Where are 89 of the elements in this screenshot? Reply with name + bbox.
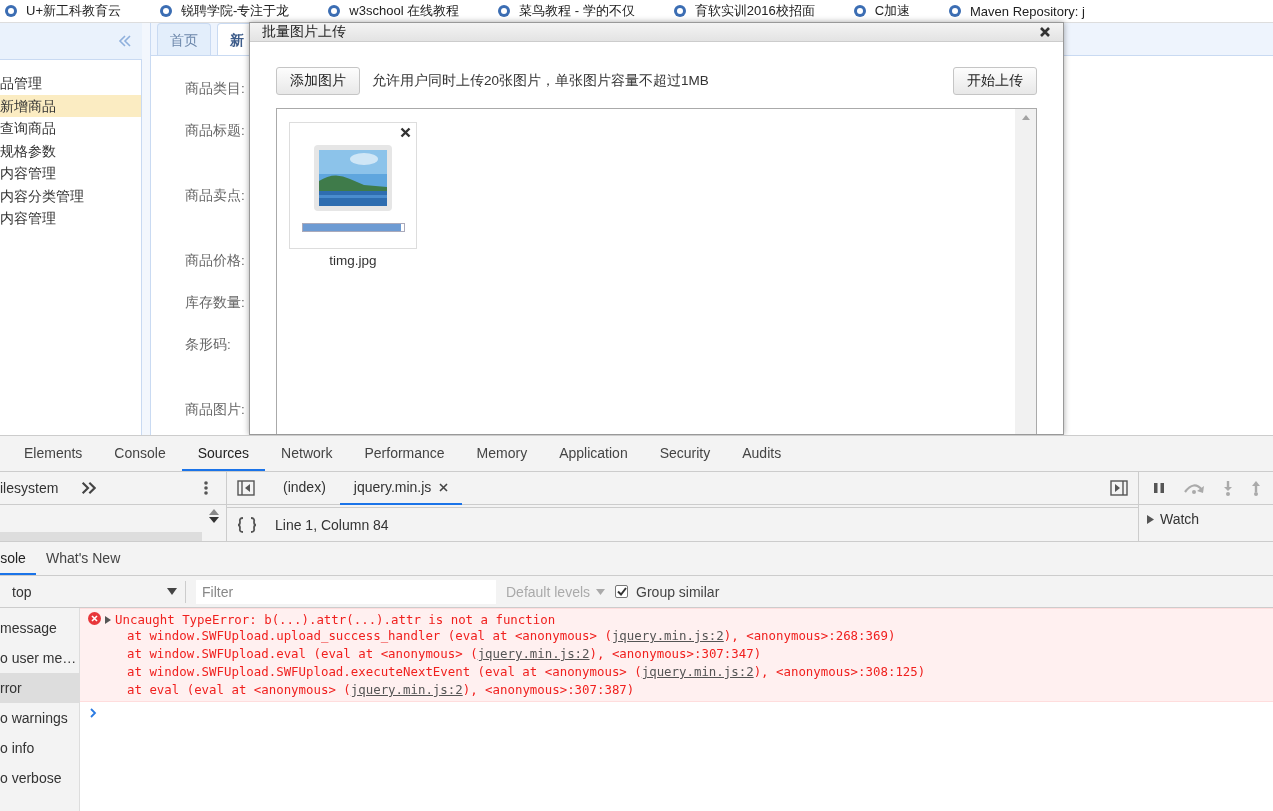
stack-line: at window.SWFUpload.upload_success_handler (eval at <anonymous> (jquery.min.js:2), <anonymous>:268:369): [126, 627, 897, 645]
source-link[interactable]: jquery.min.js:2: [477, 646, 590, 661]
bookmark-link[interactable]: 锐聘学院-专注于龙: [181, 2, 290, 20]
source-link[interactable]: jquery.min.js:2: [641, 664, 754, 679]
sidebar-item[interactable]: 新增商品: [0, 94, 141, 117]
field-label: 商品价格:: [185, 252, 246, 270]
sidebar-toggle-icon[interactable]: [1110, 480, 1128, 496]
watch-section[interactable]: Watch: [1139, 505, 1273, 533]
scroll-down-icon[interactable]: [209, 517, 219, 523]
sidebar-item[interactable]: 品管理: [0, 72, 141, 95]
context-value: top: [12, 583, 32, 600]
expand-icon: [1147, 514, 1154, 524]
stack-line: at window.SWFUpload.SWFUpload.executeNextEvent (eval at <anonymous> (jquery.min.js:2), <anonymous>:308:125): [126, 663, 926, 681]
bookmark-link[interactable]: U+新工科教育云: [26, 2, 121, 20]
field-label: 商品标题:: [185, 122, 246, 140]
console-filter-item[interactable]: o verbose: [0, 763, 79, 793]
tab-label: jquery.min.js: [353, 479, 432, 495]
file-name: timg.jpg: [329, 253, 377, 268]
bookmark-icon: [327, 4, 342, 18]
field-label: 商品卖点:: [185, 187, 246, 205]
dropdown-icon: [167, 588, 177, 595]
drawer-tab[interactable]: What's New: [46, 542, 131, 575]
upload-hint: 允许用户同时上传20张图片，单张图片容量不超过1MB: [372, 72, 710, 90]
editor-tab[interactable]: jquery.min.js: [339, 471, 463, 505]
pause-icon[interactable]: [1153, 482, 1165, 494]
field-label: 库存数量:: [185, 294, 246, 312]
bookmark-link[interactable]: 菜鸟教程 - 学的不仅: [519, 2, 635, 20]
sidebar-toggle-icon[interactable]: [237, 480, 255, 496]
tab-label: (index): [283, 479, 326, 495]
sidebar-item[interactable]: 内容分类管理: [0, 184, 141, 207]
bookmark-link[interactable]: C加速: [874, 2, 910, 20]
sidebar-item[interactable]: 内容管理: [0, 162, 141, 185]
sidebar-item[interactable]: 规格参数: [0, 139, 141, 162]
add-image-button[interactable]: 添加图片: [276, 67, 360, 95]
checkbox-label: Group similar: [636, 583, 720, 600]
expand-icon[interactable]: [105, 615, 111, 624]
devtools-tab[interactable]: Performance: [348, 436, 461, 471]
devtools-tab[interactable]: Memory: [460, 436, 544, 471]
close-icon[interactable]: [439, 482, 449, 492]
section-title: Watch: [1160, 511, 1200, 527]
drawer-tab[interactable]: sole: [0, 542, 36, 575]
field-label: 商品类目:: [185, 80, 246, 98]
field-label: 条形码:: [185, 336, 232, 354]
remove-icon[interactable]: [400, 127, 411, 138]
sidebar-item[interactable]: 内容管理: [0, 207, 141, 230]
devtools-tab[interactable]: Console: [98, 436, 182, 471]
sidebar-item[interactable]: 查询商品: [0, 117, 141, 140]
pretty-print-icon[interactable]: [237, 516, 257, 533]
bookmark-link[interactable]: w3school 在线教程: [349, 2, 460, 20]
devtools-tab[interactable]: Sources: [181, 436, 266, 471]
devtools-tab[interactable]: Network: [265, 436, 349, 471]
bookmark-link[interactable]: 育软实训2016校招面: [694, 2, 815, 20]
navigator-tab[interactable]: ilesystem: [0, 480, 80, 496]
checkbox[interactable]: [615, 585, 629, 598]
stack-line: at eval (eval at <anonymous> (jquery.min.js:2), <anonymous>:307:387): [126, 681, 636, 699]
source-link[interactable]: jquery.min.js:2: [350, 682, 463, 697]
field-label: 商品图片:: [185, 401, 246, 419]
dialog-title: 批量图片上传: [262, 23, 346, 41]
start-upload-button[interactable]: 开始上传: [953, 67, 1037, 95]
prompt-icon[interactable]: [90, 708, 97, 718]
bookmark-icon: [4, 4, 18, 18]
devtools-tab[interactable]: Audits: [726, 436, 798, 471]
devtools-tab[interactable]: Security: [643, 436, 727, 471]
error-icon: [88, 612, 101, 625]
devtools-tab[interactable]: Elements: [8, 436, 99, 471]
editor-tab[interactable]: (index): [269, 471, 340, 505]
error-text: Uncaught TypeError: b(...).attr(...).attr is not a function: [115, 612, 556, 627]
console-filter-item[interactable]: o user me…: [0, 643, 79, 673]
scrollbar[interactable]: [1015, 109, 1036, 434]
console-filter-item[interactable]: o info: [0, 733, 79, 763]
bookmark-link[interactable]: Maven Repository: j: [970, 3, 1085, 19]
more-icon[interactable]: [204, 480, 208, 496]
bookmark-icon: [159, 4, 173, 18]
close-icon[interactable]: [1039, 26, 1051, 38]
stack-line: at window.SWFUpload.eval (eval at <anonymous> (jquery.min.js:2), <anonymous>:307:347): [126, 645, 763, 663]
source-link[interactable]: jquery.min.js:2: [611, 628, 724, 643]
bookmark-icon: [948, 4, 962, 18]
cursor-position: Line 1, Column 84: [275, 516, 389, 533]
dropdown-icon: [596, 588, 606, 595]
devtools-tab[interactable]: Application: [543, 436, 644, 471]
chevron-icon[interactable]: [80, 480, 96, 496]
console-filter-item[interactable]: rror: [0, 673, 79, 703]
console-filter-item[interactable]: message: [0, 613, 79, 643]
bookmark-icon: [672, 4, 687, 18]
context-selector[interactable]: top: [0, 580, 186, 603]
console-filter-item[interactable]: o warnings: [0, 703, 79, 733]
bookmark-icon: [852, 4, 867, 18]
filter-field[interactable]: Filter: [196, 579, 496, 604]
bookmark-icon: [497, 4, 512, 18]
